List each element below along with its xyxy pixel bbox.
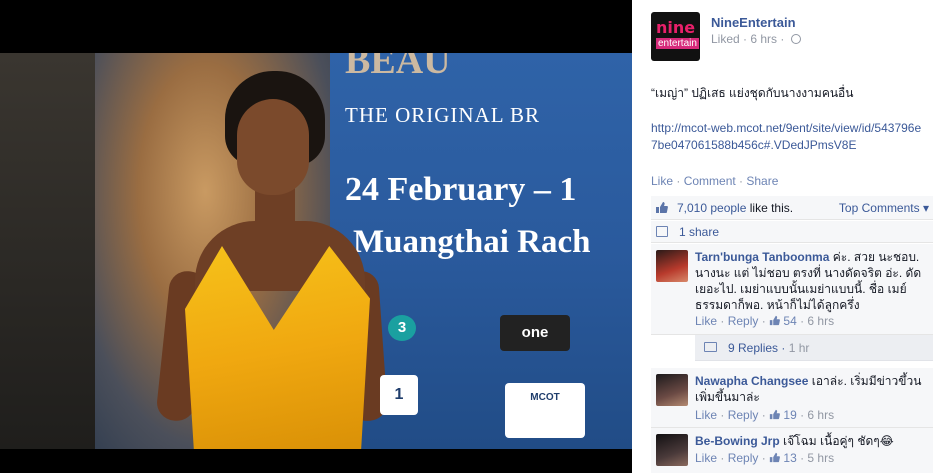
liked-label[interactable]: Liked: [711, 32, 740, 46]
top-comments-label: Top Comments: [838, 201, 920, 215]
reply-icon: [704, 342, 717, 352]
comment-body: Tarn'bunga Tanboonma ค่ะ. สวย นะชอบ. นาง…: [695, 249, 928, 313]
comment-reply-button[interactable]: Reply: [728, 408, 759, 422]
comment-like-count: 19: [783, 408, 797, 422]
likes-row: 7,010 people like this. Top Comments ▾: [651, 196, 933, 220]
post-actions: Like · Comment · Share: [651, 174, 779, 188]
replies-time: 1 hr: [788, 341, 810, 355]
comment-text: เจ๊โฉม เนื้อคู่ๆ ชัดๆ😂: [783, 434, 894, 448]
comment-like-count: 54: [783, 314, 797, 328]
comment-item: Tarn'bunga Tanboonma ค่ะ. สวย นะชอบ. นาง…: [651, 244, 933, 335]
likes-summary: 7,010 people like this.: [677, 201, 793, 215]
commenter-avatar[interactable]: [656, 374, 688, 406]
post-meta: Liked · 6 hrs ·: [711, 32, 801, 46]
post-panel: nine entertain NineEntertain Liked · 6 h…: [632, 0, 937, 473]
mcot-logo: MCOT: [505, 383, 585, 438]
woman-figure: [155, 71, 390, 449]
page-name[interactable]: NineEntertain: [711, 15, 796, 30]
comment-actions: Like · Reply · 54 · 6 hrs: [695, 314, 835, 328]
shares-count[interactable]: 1 share: [679, 225, 719, 239]
comment-reply-button[interactable]: Reply: [728, 451, 759, 465]
likes-suffix: like this.: [746, 201, 794, 215]
caret-down-icon: ▾: [922, 201, 929, 215]
avatar-entertain-text: entertain: [656, 38, 699, 49]
poster-left-panel: [0, 53, 95, 449]
comment-button[interactable]: Comment: [684, 174, 736, 188]
like-button[interactable]: Like: [651, 174, 673, 188]
post-link[interactable]: http://mcot-web.mcot.net/9ent/site/view/…: [651, 120, 926, 154]
avatar-nine-text: nine: [656, 18, 696, 37]
top-comments-dropdown[interactable]: Top Comments ▾: [839, 201, 929, 215]
comment-time[interactable]: 6 hrs: [807, 408, 834, 422]
commenter-name[interactable]: Nawapha Changsee: [695, 374, 808, 388]
post-photo[interactable]: BEAU THE ORIGINAL BR 24 February – 1 Mua…: [0, 53, 632, 449]
comment-likes[interactable]: 13: [769, 451, 797, 465]
thumbs-up-icon: [769, 409, 780, 420]
comment-like-button[interactable]: Like: [695, 451, 717, 465]
thumbs-up-icon: [769, 315, 780, 326]
comment-body: Be-Bowing Jrp เจ๊โฉม เนื้อคู่ๆ ชัดๆ😂: [695, 433, 928, 449]
share-button[interactable]: Share: [746, 174, 778, 188]
likes-count[interactable]: 7,010 people: [677, 201, 746, 215]
photo-stage[interactable]: BEAU THE ORIGINAL BR 24 February – 1 Mua…: [0, 0, 632, 473]
comment-like-button[interactable]: Like: [695, 408, 717, 422]
globe-icon[interactable]: [790, 34, 801, 44]
comment-body: Nawapha Changsee เอาล่ะ. เริ่มมีข่าวขึ้ว…: [695, 373, 928, 405]
comment-like-count: 13: [783, 451, 797, 465]
commenter-name[interactable]: Tarn'bunga Tanboonma: [695, 250, 829, 264]
comment-time[interactable]: 6 hrs: [807, 314, 834, 328]
comment-actions: Like · Reply · 19 · 6 hrs: [695, 408, 835, 422]
comment-actions: Like · Reply · 13 · 5 hrs: [695, 451, 835, 465]
shares-row[interactable]: 1 share: [651, 221, 933, 243]
replies-count[interactable]: 9 Replies: [728, 341, 778, 355]
thumbs-up-icon: [655, 201, 668, 214]
page-avatar[interactable]: nine entertain: [651, 12, 700, 61]
channel3-logo: 3: [388, 315, 416, 341]
comment-reply-button[interactable]: Reply: [728, 314, 759, 328]
commenter-name[interactable]: Be-Bowing Jrp: [695, 434, 780, 448]
comment-likes[interactable]: 54: [769, 314, 797, 328]
replies-text: 9 Replies · 1 hr: [728, 341, 810, 355]
post-time[interactable]: 6 hrs: [750, 32, 777, 46]
commenter-avatar[interactable]: [656, 434, 688, 466]
replies-row[interactable]: 9 Replies · 1 hr: [695, 335, 933, 361]
comment-likes[interactable]: 19: [769, 408, 797, 422]
one-logo: one: [500, 315, 570, 351]
thumbs-up-icon: [769, 452, 780, 463]
comment-item: Nawapha Changsee เอาล่ะ. เริ่มมีข่าวขึ้ว…: [651, 368, 933, 428]
share-icon: [656, 226, 668, 237]
post-text: “เมญ่า” ปฏิเสธ แย่งชุดกับนางงามคนอื่น: [651, 86, 854, 100]
comment-time[interactable]: 5 hrs: [807, 451, 834, 465]
comment-like-button[interactable]: Like: [695, 314, 717, 328]
comment-item: Be-Bowing Jrp เจ๊โฉม เนื้อคู่ๆ ชัดๆ😂 Lik…: [651, 428, 933, 473]
the1-logo: 1: [380, 375, 418, 415]
commenter-avatar[interactable]: [656, 250, 688, 282]
